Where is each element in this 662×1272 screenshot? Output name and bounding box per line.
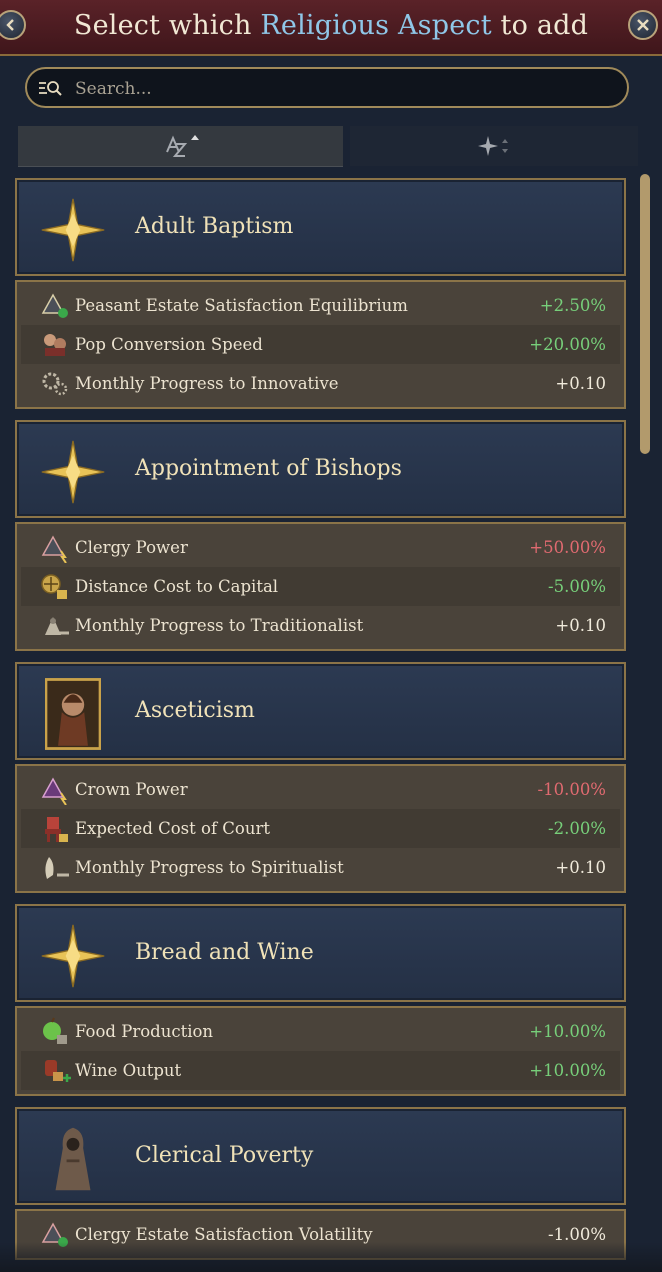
effect-row: Expected Cost of Court -2.00% [21, 809, 620, 848]
effect-label: Monthly Progress to Traditionalist [75, 616, 364, 635]
traditionalist-progress-icon [45, 616, 69, 635]
effect-row: Peasant Estate Satisfaction Equilibrium … [21, 286, 620, 325]
scrollbar[interactable] [640, 174, 650, 454]
gold-star-icon [37, 194, 109, 266]
effect-value: +50.00% [529, 538, 606, 557]
aspect-header[interactable]: Bread and Wine [15, 904, 626, 1002]
effect-label: Crown Power [75, 780, 188, 799]
dialog-title: Select which Religious Aspect to add [0, 10, 662, 41]
crown-power-icon [41, 776, 67, 805]
aspect-title: Appointment of Bishops [135, 456, 402, 481]
wine-output-icon [45, 1059, 71, 1082]
effect-value: +20.00% [529, 335, 606, 354]
monk-icon [37, 1123, 109, 1195]
sort-type-tab[interactable] [350, 126, 638, 166]
effect-row: Distance Cost to Capital -5.00% [21, 567, 620, 606]
gold-star-icon [37, 920, 109, 992]
effect-row: Pop Conversion Speed +20.00% [21, 325, 620, 364]
effect-row: Crown Power -10.00% [21, 770, 620, 809]
effect-row: Wine Output +10.00% [21, 1051, 620, 1090]
effect-label: Pop Conversion Speed [75, 335, 263, 354]
effect-row: Monthly Progress to Traditionalist +0.10 [21, 606, 620, 645]
close-button[interactable] [628, 10, 658, 40]
effect-value: +0.10 [555, 374, 606, 393]
effect-label: Distance Cost to Capital [75, 577, 279, 596]
effect-label: Wine Output [75, 1061, 182, 1080]
dialog-header: Select which Religious Aspect to add [0, 0, 662, 56]
effect-label: Monthly Progress to Spiritualist [75, 858, 344, 877]
effect-row: Clergy Power +50.00% [21, 528, 620, 567]
distance-cost-icon [41, 573, 67, 599]
search-filter-icon [39, 81, 62, 96]
gold-star-icon [37, 436, 109, 508]
effect-value: +2.50% [539, 296, 606, 315]
effect-row: Monthly Progress to Innovative +0.10 [21, 364, 620, 403]
clergy-power-icon [41, 534, 67, 563]
spiritualist-progress-icon [45, 856, 69, 879]
effect-row: Monthly Progress to Spiritualist +0.10 [21, 848, 620, 887]
sort-alphabetical-tab[interactable] [18, 126, 343, 167]
title-text-pre: Select which [73, 10, 261, 41]
star-sort-icon [478, 136, 508, 156]
effect-value: +0.10 [555, 616, 606, 635]
effect-label: Food Production [75, 1022, 214, 1041]
effect-label: Peasant Estate Satisfaction Equilibrium [75, 296, 408, 315]
effect-label: Expected Cost of Court [75, 819, 271, 838]
search-input[interactable] [73, 75, 597, 103]
effects-list: Peasant Estate Satisfaction Equilibrium … [15, 280, 626, 409]
title-text-post: to add [491, 10, 589, 41]
title-highlight: Religious Aspect [260, 10, 492, 41]
effect-label: Monthly Progress to Innovative [75, 374, 339, 393]
aspect-header[interactable]: Adult Baptism [15, 178, 626, 276]
close-icon [637, 19, 649, 31]
aspect-header[interactable]: Clerical Poverty [15, 1107, 626, 1205]
portrait-icon [37, 678, 109, 750]
aspect-header[interactable]: Asceticism [15, 662, 626, 760]
effect-value: -5.00% [548, 577, 606, 596]
effect-value: -2.00% [548, 819, 606, 838]
effects-list: Clergy Power +50.00% Distance Cost to Ca… [15, 522, 626, 651]
court-cost-icon [45, 816, 68, 842]
estate-satisfaction-icon [41, 292, 68, 318]
effect-value: +0.10 [555, 858, 606, 877]
innovative-progress-icon [42, 372, 68, 395]
effect-value: +10.00% [529, 1022, 606, 1041]
effects-list: Food Production +10.00% Wine Output +10.… [15, 1006, 626, 1096]
sort-bar [18, 126, 638, 167]
bottom-fade [0, 1242, 662, 1272]
aspect-title: Clerical Poverty [135, 1143, 314, 1168]
effect-value: +10.00% [529, 1061, 606, 1080]
aspect-title: Bread and Wine [135, 940, 314, 965]
aspect-title: Asceticism [135, 698, 255, 723]
pop-conversion-icon [44, 333, 66, 356]
aspect-header[interactable]: Appointment of Bishops [15, 420, 626, 518]
effect-label: Clergy Power [75, 538, 188, 557]
effects-list: Crown Power -10.00% Expected Cost of Cou… [15, 764, 626, 893]
search-box[interactable] [25, 67, 629, 108]
aspect-title: Adult Baptism [135, 214, 294, 239]
effect-row: Food Production +10.00% [21, 1012, 620, 1051]
sort-alpha-ascending-icon [165, 135, 199, 157]
effect-value: -10.00% [537, 780, 607, 799]
food-production-icon [43, 1017, 67, 1044]
